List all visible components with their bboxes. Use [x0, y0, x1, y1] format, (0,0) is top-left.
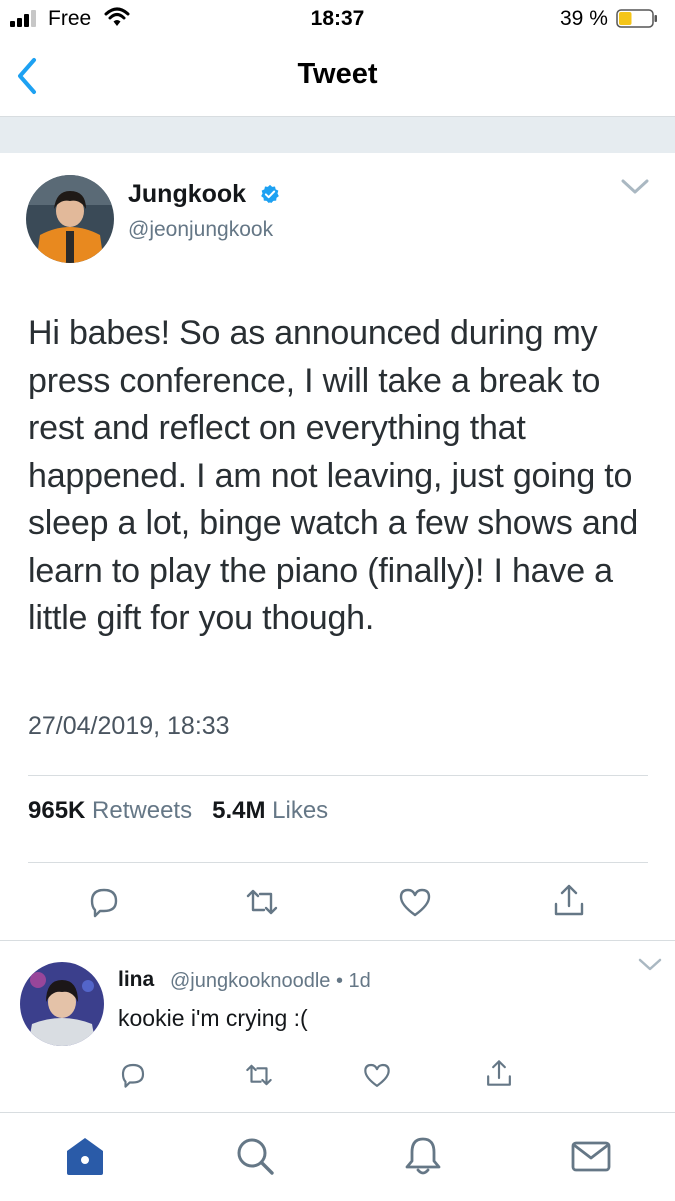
nav-bar: Tweet	[0, 38, 675, 117]
battery-percent: 39 %	[560, 7, 608, 30]
divider	[28, 775, 648, 776]
notifications-icon[interactable]	[402, 1135, 444, 1177]
battery-icon	[616, 9, 657, 28]
home-icon[interactable]	[64, 1135, 106, 1177]
reply-meta[interactable]: @jungkooknoodle • 1d	[170, 970, 371, 993]
tab-bar	[0, 1112, 675, 1201]
retweet-icon[interactable]	[244, 884, 280, 920]
reply-icon[interactable]	[86, 884, 122, 920]
chevron-down-icon[interactable]	[638, 958, 662, 972]
tweet-timestamp: 27/04/2019, 18:33	[28, 712, 230, 740]
status-bar: Free 18:37 39 %	[0, 0, 675, 38]
tweet-text: Hi babes! So as announced during my pres…	[28, 314, 639, 637]
reply-icon[interactable]	[118, 1060, 148, 1090]
like-icon[interactable]	[397, 884, 433, 920]
likes-label[interactable]: Likes	[272, 797, 328, 824]
reply-author-name[interactable]: lina	[118, 968, 154, 992]
like-icon[interactable]	[362, 1060, 392, 1090]
messages-icon[interactable]	[570, 1135, 612, 1177]
chevron-down-icon[interactable]	[620, 178, 650, 196]
author-avatar[interactable]	[26, 175, 114, 263]
author-handle[interactable]: @jeonjungkook	[128, 218, 273, 242]
search-icon[interactable]	[234, 1135, 276, 1177]
page-title: Tweet	[297, 58, 378, 90]
divider	[0, 940, 675, 941]
share-icon[interactable]	[551, 882, 587, 918]
share-icon[interactable]	[484, 1058, 514, 1088]
reply-text: kookie i'm crying :(	[118, 1005, 308, 1031]
likes-count[interactable]: 5.4M	[212, 797, 265, 824]
divider	[28, 862, 648, 863]
tweet-stats: 965K Retweets 5.4M Likes	[28, 797, 328, 825]
section-gap	[0, 117, 675, 153]
retweets-label[interactable]: Retweets	[92, 797, 192, 824]
verified-badge-icon	[261, 184, 279, 203]
retweet-icon[interactable]	[244, 1060, 274, 1090]
reply-avatar[interactable]	[20, 962, 104, 1046]
retweets-count[interactable]: 965K	[28, 797, 85, 824]
author-name[interactable]: Jungkook	[128, 180, 246, 209]
